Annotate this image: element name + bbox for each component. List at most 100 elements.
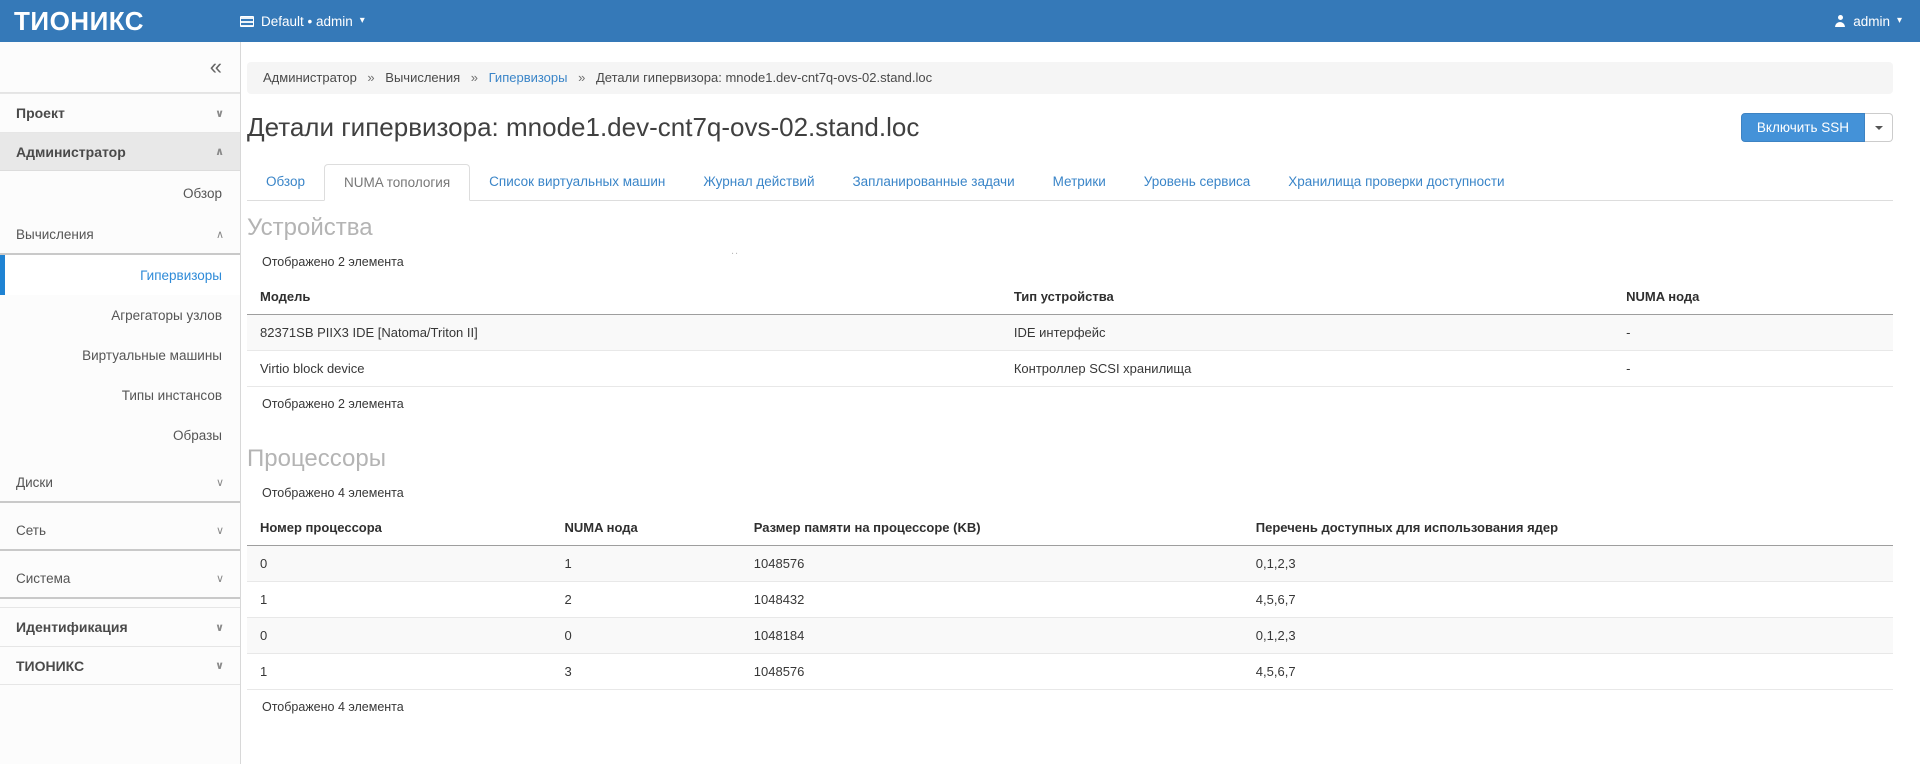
sidebar-item-admin[interactable]: Администратор ∧	[0, 132, 240, 171]
sidebar-item-instances[interactable]: Виртуальные машины	[0, 335, 240, 375]
sidebar: « Проект ∨ Администратор ∧ Обзор Вычисле…	[0, 42, 241, 764]
chevron-down-icon: ∨	[216, 524, 224, 537]
breadcrumb-item-current: Детали гипервизора: mnode1.dev-cnt7q-ovs…	[596, 70, 932, 85]
sidebar-collapse-row: «	[0, 42, 240, 93]
tab-service-level[interactable]: Уровень сервиса	[1125, 164, 1270, 201]
sidebar-item-identity[interactable]: Идентификация ∨	[0, 607, 240, 646]
breadcrumb-item-hypervisors[interactable]: Гипервизоры	[489, 70, 568, 85]
user-menu[interactable]: admin ▾	[1834, 14, 1920, 29]
sidebar-item-label: Обзор	[183, 186, 222, 201]
cell-numa-node: 1	[552, 546, 741, 582]
domain-icon	[240, 16, 254, 27]
sidebar-item-overview[interactable]: Обзор	[0, 171, 240, 215]
cell-available-cores: 4,5,6,7	[1243, 582, 1893, 618]
sidebar-item-label: Проект	[16, 105, 65, 121]
sidebar-group-compute[interactable]: Вычисления ∧	[0, 215, 240, 255]
breadcrumb: Администратор » Вычисления » Гипервизоры…	[247, 62, 1893, 94]
collapse-sidebar-icon[interactable]: «	[210, 56, 222, 78]
sidebar-item-flavors[interactable]: Типы инстансов	[0, 375, 240, 415]
sidebar-item-label: Агрегаторы узлов	[111, 308, 222, 323]
table-row: 0 0 1048184 0,1,2,3	[247, 618, 1893, 654]
processors-heading: Процессоры	[247, 445, 1893, 473]
chevron-up-icon: ∧	[216, 228, 224, 241]
page-title: Детали гипервизора: mnode1.dev-cnt7q-ovs…	[247, 112, 919, 143]
devices-count-top: Отображено 2 элемента	[262, 255, 1893, 269]
column-header-numa-node: NUMA нода	[552, 512, 741, 546]
table-row: 82371SB PIIX3 IDE [Natoma/Triton II] IDE…	[247, 315, 1893, 351]
column-header-cpu-number: Номер процессора	[247, 512, 552, 546]
devices-table: Модель Тип устройства NUMA нода 82371SB …	[247, 281, 1893, 387]
breadcrumb-item-admin: Администратор	[263, 70, 357, 85]
sidebar-item-label: Вычисления	[16, 227, 94, 242]
cell-device-type: IDE интерфейс	[1001, 315, 1613, 351]
sidebar-item-label: Идентификация	[16, 619, 128, 635]
sidebar-item-host-aggregates[interactable]: Агрегаторы узлов	[0, 295, 240, 335]
sidebar-item-images[interactable]: Образы	[0, 415, 240, 455]
table-row: 0 1 1048576 0,1,2,3	[247, 546, 1893, 582]
cell-model: Virtio block device	[247, 351, 1001, 387]
tab-availability-storages[interactable]: Хранилища проверки доступности	[1269, 164, 1523, 201]
breadcrumb-separator: »	[578, 70, 585, 85]
caret-down-icon: ▾	[360, 16, 365, 26]
tab-scheduled-tasks[interactable]: Запланированные задачи	[833, 164, 1033, 201]
devices-count-bottom: Отображено 2 элемента	[262, 397, 1893, 411]
sidebar-item-tionix[interactable]: ТИОНИКС ∨	[0, 646, 240, 685]
cell-model: 82371SB PIIX3 IDE [Natoma/Triton II]	[247, 315, 1001, 351]
topbar: ТИОНИКС Default • admin ▾ admin ▾	[0, 0, 1920, 42]
cell-memory-size: 1048184	[741, 618, 1243, 654]
processors-count-bottom: Отображено 4 элемента	[262, 700, 1893, 714]
table-row: 1 2 1048432 4,5,6,7	[247, 582, 1893, 618]
sidebar-item-label: Виртуальные машины	[82, 348, 222, 363]
ssh-dropdown-toggle[interactable]	[1865, 113, 1893, 142]
sidebar-group-volumes[interactable]: Диски ∨	[0, 463, 240, 503]
tab-overview[interactable]: Обзор	[247, 164, 324, 201]
tab-instance-list[interactable]: Список виртуальных машин	[470, 164, 684, 201]
chevron-down-icon: ∨	[215, 621, 224, 634]
chevron-down-icon: ∨	[216, 476, 224, 489]
cell-numa-node: -	[1613, 351, 1893, 387]
cell-cpu-number: 1	[247, 582, 552, 618]
cell-memory-size: 1048576	[741, 546, 1243, 582]
cell-available-cores: 4,5,6,7	[1243, 654, 1893, 690]
sidebar-item-label: Гипервизоры	[140, 268, 222, 283]
tab-action-log[interactable]: Журнал действий	[684, 164, 833, 201]
cell-cpu-number: 1	[247, 654, 552, 690]
sidebar-group-system[interactable]: Система ∨	[0, 559, 240, 599]
enable-ssh-button[interactable]: Включить SSH	[1741, 113, 1865, 142]
table-row: Virtio block device Контроллер SCSI хран…	[247, 351, 1893, 387]
breadcrumb-separator: »	[471, 70, 478, 85]
sidebar-group-network[interactable]: Сеть ∨	[0, 511, 240, 551]
cell-available-cores: 0,1,2,3	[1243, 618, 1893, 654]
chevron-down-icon: ∨	[215, 659, 224, 672]
main-content: Администратор » Вычисления » Гипервизоры…	[241, 42, 1920, 764]
column-header-device-type: Тип устройства	[1001, 281, 1613, 315]
sidebar-item-hypervisors[interactable]: Гипервизоры	[0, 255, 240, 295]
cell-device-type: Контроллер SCSI хранилища	[1001, 351, 1613, 387]
sidebar-item-label: Сеть	[16, 523, 46, 538]
caret-down-icon: ▾	[1897, 16, 1902, 26]
ssh-split-button: Включить SSH	[1741, 113, 1893, 142]
sidebar-item-label: ТИОНИКС	[16, 658, 84, 674]
devices-section: Устройства Отображено 2 элемента Модель …	[247, 214, 1893, 411]
tab-metrics[interactable]: Метрики	[1034, 164, 1125, 201]
breadcrumb-item-compute: Вычисления	[385, 70, 460, 85]
sidebar-item-label: Администратор	[16, 144, 126, 160]
processors-count-top: Отображено 4 элемента	[262, 486, 1893, 500]
cell-memory-size: 1048576	[741, 654, 1243, 690]
breadcrumb-separator: »	[367, 70, 374, 85]
sidebar-item-label: Система	[16, 571, 70, 586]
column-header-memory-size: Размер памяти на процессоре (KB)	[741, 512, 1243, 546]
devices-heading: Устройства	[247, 214, 1893, 242]
cell-available-cores: 0,1,2,3	[1243, 546, 1893, 582]
tab-numa-topology[interactable]: NUMA топология	[324, 164, 470, 201]
cell-cpu-number: 0	[247, 546, 552, 582]
tionix-logo[interactable]: ТИОНИКС	[0, 6, 240, 37]
cell-cpu-number: 0	[247, 618, 552, 654]
stray-dots: ..	[731, 245, 739, 257]
processors-section: Процессоры Отображено 4 элемента Номер п…	[247, 445, 1893, 714]
cell-numa-node: 2	[552, 582, 741, 618]
sidebar-item-project[interactable]: Проект ∨	[0, 93, 240, 132]
user-label: admin	[1853, 14, 1890, 29]
project-context-menu[interactable]: Default • admin ▾	[240, 14, 365, 29]
cell-memory-size: 1048432	[741, 582, 1243, 618]
